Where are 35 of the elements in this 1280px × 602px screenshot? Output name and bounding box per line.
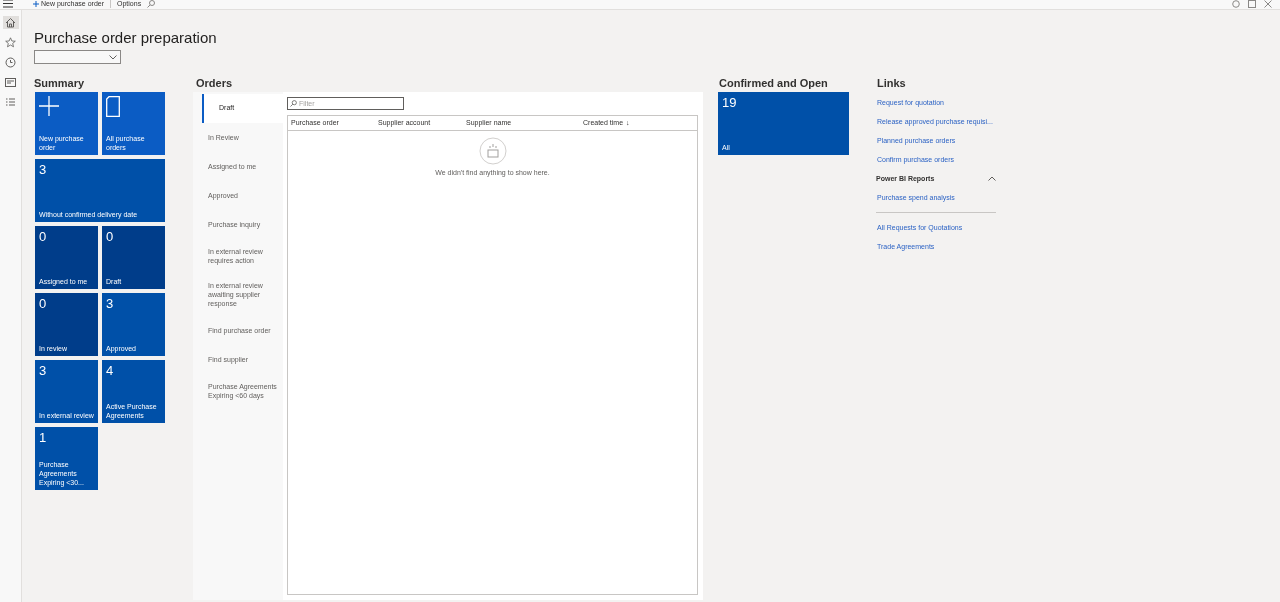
page-title: Purchase order preparation [34, 28, 218, 48]
search-icon [290, 100, 297, 107]
section-heading: Links [877, 76, 907, 91]
tile-count: 3 [39, 163, 48, 177]
empty-box-icon [478, 137, 507, 165]
nav-home-button[interactable] [2, 16, 19, 29]
tile-count: 19 [722, 96, 738, 110]
tile-count: 4 [106, 364, 115, 378]
close-icon [1264, 0, 1272, 8]
search-icon [147, 0, 156, 8]
nav-clock-button[interactable] [2, 56, 19, 69]
tile-count: 3 [39, 364, 48, 378]
tile-count: 1 [39, 431, 48, 445]
star-icon [5, 37, 16, 48]
document-icon [106, 96, 120, 117]
clock-icon [5, 57, 16, 68]
plus-icon [39, 96, 59, 116]
section-heading: Confirmed and Open [718, 76, 829, 91]
square-icon [1248, 0, 1256, 8]
home-icon [5, 17, 16, 28]
nav-star-button[interactable] [2, 36, 19, 49]
view-dropdown[interactable] [34, 50, 121, 64]
tile-count: 3 [106, 297, 115, 311]
list-icon [5, 97, 16, 108]
tile-count: 0 [39, 297, 48, 311]
section-heading: Summary [34, 76, 86, 91]
workspace-icon [5, 77, 16, 88]
plus-icon [33, 1, 39, 7]
tile-count: 0 [106, 230, 115, 244]
menu-icon [3, 0, 13, 8]
circle-icon [1232, 0, 1240, 8]
tile-count: 0 [39, 230, 48, 244]
chevron-down-icon [109, 54, 117, 60]
section-heading: Orders [195, 76, 234, 91]
nav-workspace-button[interactable] [2, 76, 19, 89]
